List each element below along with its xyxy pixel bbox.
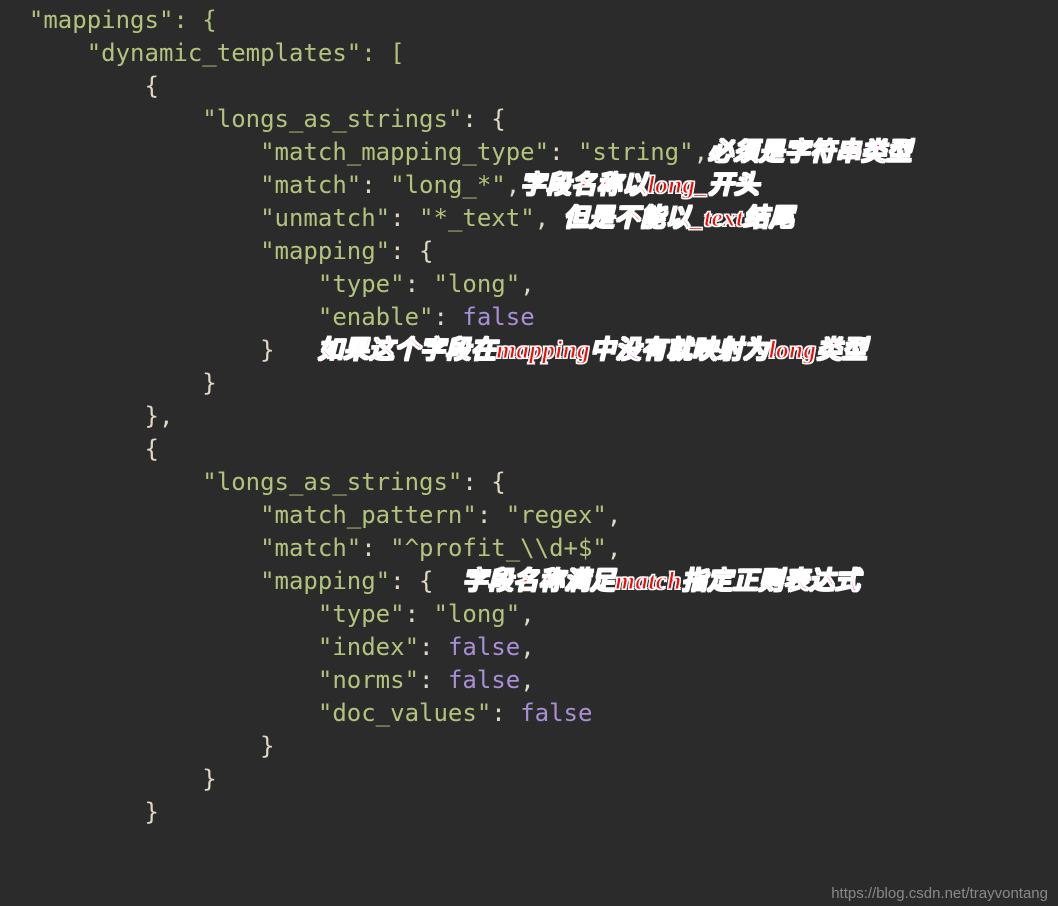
code-token: "longs_as_strings" [0,105,462,133]
annotation-map-to-long: 如果这个字段在mapping中没有就映射为long类型 [318,337,868,364]
code-token: "index" [0,633,419,661]
code-token: : { [462,105,505,133]
code-token: , [520,600,534,628]
code-token: , [607,501,621,529]
code-token: false [520,699,592,727]
code-token: "mapping" [0,567,390,595]
code-token: : [361,171,390,199]
code-token: : [491,699,520,727]
code-line: "dynamic_templates": [ [0,39,405,67]
code-token: "match" [0,534,361,562]
code-token: "match" [0,171,361,199]
code-line: { [0,435,159,463]
code-token: "string" [578,138,694,166]
code-token: , [520,270,534,298]
code-token: : [390,204,419,232]
annotation-long-prefix: 字段名称以long_开头 [520,172,759,199]
code-token: , [607,534,621,562]
annotation-text-suffix: 但是不能以_text结尾 [564,205,795,232]
code-token: false [448,633,520,661]
code-token: : [549,138,578,166]
code-token: "mapping" [0,237,390,265]
code-token: "match_mapping_type" [0,138,549,166]
code-block: "mappings": { "dynamic_templates": [ { "… [0,0,1058,829]
code-token: : { [390,237,433,265]
code-token: "long" [433,270,520,298]
code-token: : [477,501,506,529]
code-token: "long" [433,600,520,628]
code-token: : [419,666,448,694]
code-token: "regex" [506,501,607,529]
code-token: : [405,270,434,298]
code-token: : [361,534,390,562]
code-token: "type" [0,270,405,298]
code-line: } [0,732,275,760]
code-token: "type" [0,600,405,628]
annotation-must-be-string: 必须是字符串类型 [708,139,912,166]
code-token: : [433,303,462,331]
code-token: } [0,336,318,364]
code-line: } [0,765,217,793]
code-token: "unmatch" [0,204,390,232]
code-token: false [462,303,534,331]
code-token: "norms" [0,666,419,694]
code-line: } [0,798,159,826]
code-token: "enable" [0,303,433,331]
code-token: , [520,633,534,661]
code-token: "*_text" [419,204,535,232]
code-token: "long_*" [390,171,506,199]
code-token: : { [390,567,462,595]
code-line: { [0,72,159,100]
code-token: , [694,138,708,166]
code-token: , [506,171,520,199]
code-token: "doc_values" [0,699,491,727]
code-token: "^profit_\\d+$" [390,534,607,562]
code-token: "match_pattern" [0,501,477,529]
code-line: }, [0,402,173,430]
code-token: "longs_as_strings" [0,468,462,496]
watermark-text: https://blog.csdn.net/trayvontang [831,885,1048,902]
code-token: : [419,633,448,661]
annotation-regex-match: 字段名称满足match指定正则表达式 [462,568,860,595]
code-token: : { [462,468,505,496]
code-token: , [535,204,564,232]
code-line: } [0,369,217,397]
code-token: false [448,666,520,694]
code-token: : [405,600,434,628]
code-token: , [520,666,534,694]
code-line: "mappings": { [0,6,217,34]
